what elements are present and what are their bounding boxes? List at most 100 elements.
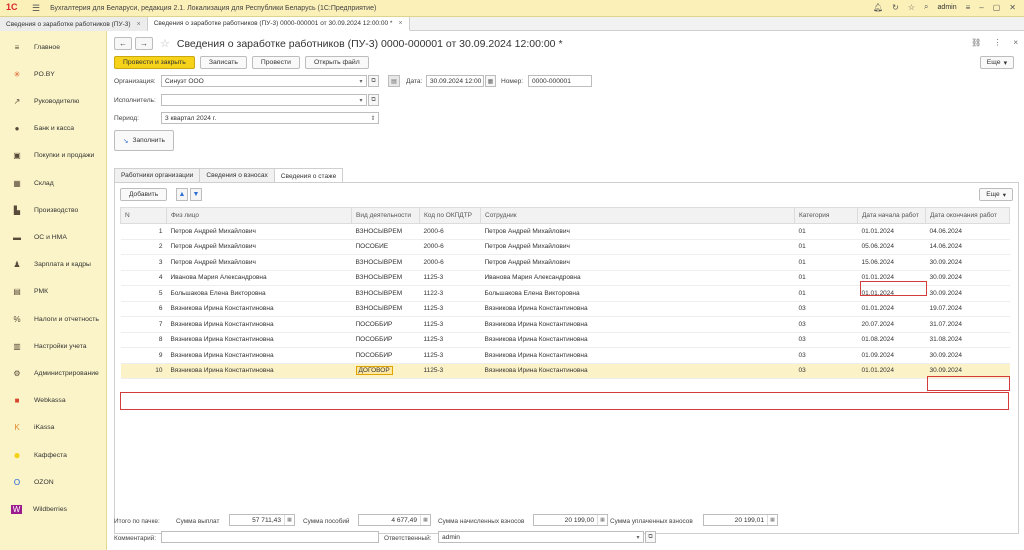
- table-cell[interactable]: 01.08.2024: [857, 332, 926, 348]
- table-cell[interactable]: 30.09.2024: [925, 363, 1010, 379]
- table-cell[interactable]: Вязникова Ирина Константиновна: [480, 316, 795, 333]
- table-cell[interactable]: Вязникова Ирина Константиновна: [480, 332, 795, 348]
- calculator-icon[interactable]: ▦: [420, 515, 430, 525]
- tab-experience[interactable]: Сведения о стаже: [273, 168, 344, 183]
- table-cell[interactable]: 01.01.2024: [857, 301, 926, 317]
- open-link-icon[interactable]: ⧉: [645, 531, 656, 543]
- table-row[interactable]: 1 Петров Андрей Михайлович ВЗНОСЫВРЕМ 2000-…: [120, 223, 1010, 240]
- sidebar-item-6[interactable]: ▙ Производство: [0, 202, 107, 218]
- table-cell[interactable]: ДОГОВОР: [351, 363, 420, 379]
- table-cell[interactable]: 15.06.2024: [857, 254, 926, 271]
- table-cell[interactable]: 9: [120, 347, 167, 364]
- calculator-icon[interactable]: ▦: [284, 515, 294, 525]
- column-header[interactable]: Дата окончания работ: [925, 207, 1010, 224]
- window-tab-document[interactable]: Сведения о заработке работников (ПУ-3) 0…: [147, 17, 410, 31]
- table-cell[interactable]: 01.01.2024: [857, 223, 926, 240]
- sidebar-item-13[interactable]: ■ Webkassa: [0, 393, 107, 409]
- history-icon[interactable]: ↻: [892, 3, 899, 12]
- more-button[interactable]: Еще ▾: [979, 56, 1014, 69]
- table-cell[interactable]: Иванова Мария Александровна: [480, 270, 795, 286]
- table-cell[interactable]: 1125-3: [419, 332, 481, 348]
- sidebar-item-17[interactable]: W Wildberries: [0, 501, 107, 517]
- table-cell[interactable]: Вязникова Ирина Константиновна: [166, 316, 352, 333]
- table-cell[interactable]: 01.01.2024: [857, 285, 926, 302]
- table-cell[interactable]: Петров Андрей Михайлович: [166, 239, 352, 255]
- table-cell[interactable]: ПОСОББИР: [351, 332, 420, 348]
- table-row[interactable]: 8 Вязникова Ирина Константиновна ПОСОББИР 1…: [120, 332, 1010, 348]
- table-cell[interactable]: 8: [120, 332, 167, 348]
- payments-field[interactable]: 57 711,43 ▦: [229, 514, 295, 526]
- table-cell[interactable]: 01: [794, 285, 858, 302]
- table-cell[interactable]: ВЗНОСЫВРЕМ: [351, 254, 420, 271]
- table-cell[interactable]: 1125-3: [419, 301, 481, 317]
- table-cell[interactable]: 01: [794, 270, 858, 286]
- table-cell[interactable]: 03: [794, 363, 858, 379]
- table-row[interactable]: 2 Петров Андрей Михайлович ПОСОБИЕ 2000-6 Пе…: [120, 239, 1010, 255]
- table-cell[interactable]: 1125-3: [419, 363, 481, 379]
- date-picker-icon[interactable]: ▦: [485, 75, 496, 87]
- sidebar-item-0[interactable]: ≡ Главное: [0, 39, 107, 55]
- table-cell[interactable]: 30.09.2024: [925, 270, 1010, 286]
- table-cell[interactable]: 10: [120, 363, 167, 379]
- table-cell[interactable]: 2000-6: [419, 254, 481, 271]
- grid-more-button[interactable]: Еще ▾: [979, 188, 1013, 201]
- table-cell[interactable]: Вязникова Ирина Константиновна: [480, 347, 795, 364]
- sidebar-item-15[interactable]: ● Каффеста: [0, 447, 107, 463]
- table-cell[interactable]: ПОСОББИР: [351, 316, 420, 333]
- column-header[interactable]: Физ лицо: [166, 207, 352, 224]
- window-tab-list[interactable]: Сведения о заработке работников (ПУ-3) ×: [0, 17, 148, 31]
- accrued-field[interactable]: 20 199,00 ▦: [533, 514, 608, 526]
- table-cell[interactable]: 4: [120, 270, 167, 286]
- move-down-icon[interactable]: ▼: [190, 188, 202, 201]
- table-row[interactable]: 3 Петров Андрей Михайлович ВЗНОСЫВРЕМ 2000-…: [120, 254, 1010, 271]
- close-form-icon[interactable]: ×: [1013, 38, 1018, 47]
- sidebar-item-7[interactable]: ▬ ОС и НМА: [0, 229, 107, 245]
- chevron-down-icon[interactable]: ▾: [356, 95, 366, 105]
- table-cell[interactable]: 03: [794, 347, 858, 364]
- search-icon[interactable]: ⌕: [924, 2, 928, 12]
- responsible-field[interactable]: admin ▾: [438, 531, 644, 543]
- forward-button[interactable]: →: [135, 37, 153, 50]
- table-cell[interactable]: Петров Андрей Михайлович: [166, 223, 352, 240]
- sidebar-item-9[interactable]: ▤ РМК: [0, 284, 107, 300]
- table-cell[interactable]: 1125-3: [419, 347, 481, 364]
- table-cell[interactable]: ВЗНОСЫВРЕМ: [351, 223, 420, 240]
- back-button[interactable]: ←: [114, 37, 132, 50]
- tab-contributions[interactable]: Сведения о взносах: [199, 168, 275, 182]
- save-button[interactable]: Записать: [199, 56, 247, 69]
- table-cell[interactable]: ВЗНОСЫВРЕМ: [351, 285, 420, 302]
- settings-icon[interactable]: ≡: [966, 3, 971, 12]
- table-cell[interactable]: Большакова Елена Викторовна: [166, 285, 352, 302]
- minimize-icon[interactable]: –: [979, 3, 983, 12]
- sidebar-item-10[interactable]: % Налоги и отчетность: [0, 311, 107, 327]
- table-cell[interactable]: 19.07.2024: [925, 301, 1010, 317]
- move-up-icon[interactable]: ▲: [176, 188, 188, 201]
- sidebar-item-8[interactable]: ♟ Зарплата и кадры: [0, 257, 107, 273]
- maximize-icon[interactable]: ▢: [993, 3, 1001, 12]
- calendar-icon[interactable]: ▤: [388, 75, 400, 87]
- table-cell[interactable]: 03: [794, 301, 858, 317]
- benefits-field[interactable]: 4 677,49 ▦: [358, 514, 431, 526]
- table-row[interactable]: 4 Иванова Мария Александровна ВЗНОСЫВРЕМ 11…: [120, 270, 1010, 286]
- table-cell[interactable]: 7: [120, 316, 167, 333]
- table-cell[interactable]: 20.07.2024: [857, 316, 926, 333]
- column-header[interactable]: Код по ОКПДТР: [419, 207, 481, 224]
- table-cell[interactable]: Петров Андрей Михайлович: [480, 239, 795, 255]
- star-icon[interactable]: ☆: [908, 3, 915, 12]
- table-cell[interactable]: 3: [120, 254, 167, 271]
- column-header[interactable]: N: [120, 207, 167, 224]
- table-cell[interactable]: 30.09.2024: [925, 254, 1010, 271]
- table-cell[interactable]: 14.06.2024: [925, 239, 1010, 255]
- date-field[interactable]: 30.09.2024 12:00: [426, 75, 484, 87]
- column-header[interactable]: Сотрудник: [480, 207, 795, 224]
- bell-icon[interactable]: 🔔︎: [873, 3, 883, 12]
- table-cell[interactable]: ВЗНОСЫВРЕМ: [351, 270, 420, 286]
- table-cell[interactable]: Иванова Мария Александровна: [166, 270, 352, 286]
- close-window-icon[interactable]: ✕: [1009, 3, 1016, 12]
- table-cell[interactable]: Вязникова Ирина Константиновна: [480, 363, 795, 379]
- main-menu-icon[interactable]: ☰: [32, 3, 40, 14]
- sidebar-item-3[interactable]: ● Банк и касса: [0, 121, 107, 137]
- table-cell[interactable]: 04.06.2024: [925, 223, 1010, 240]
- chevron-down-icon[interactable]: ▾: [356, 76, 366, 86]
- period-field[interactable]: 3 квартал 2024 г. ⇕: [161, 112, 379, 124]
